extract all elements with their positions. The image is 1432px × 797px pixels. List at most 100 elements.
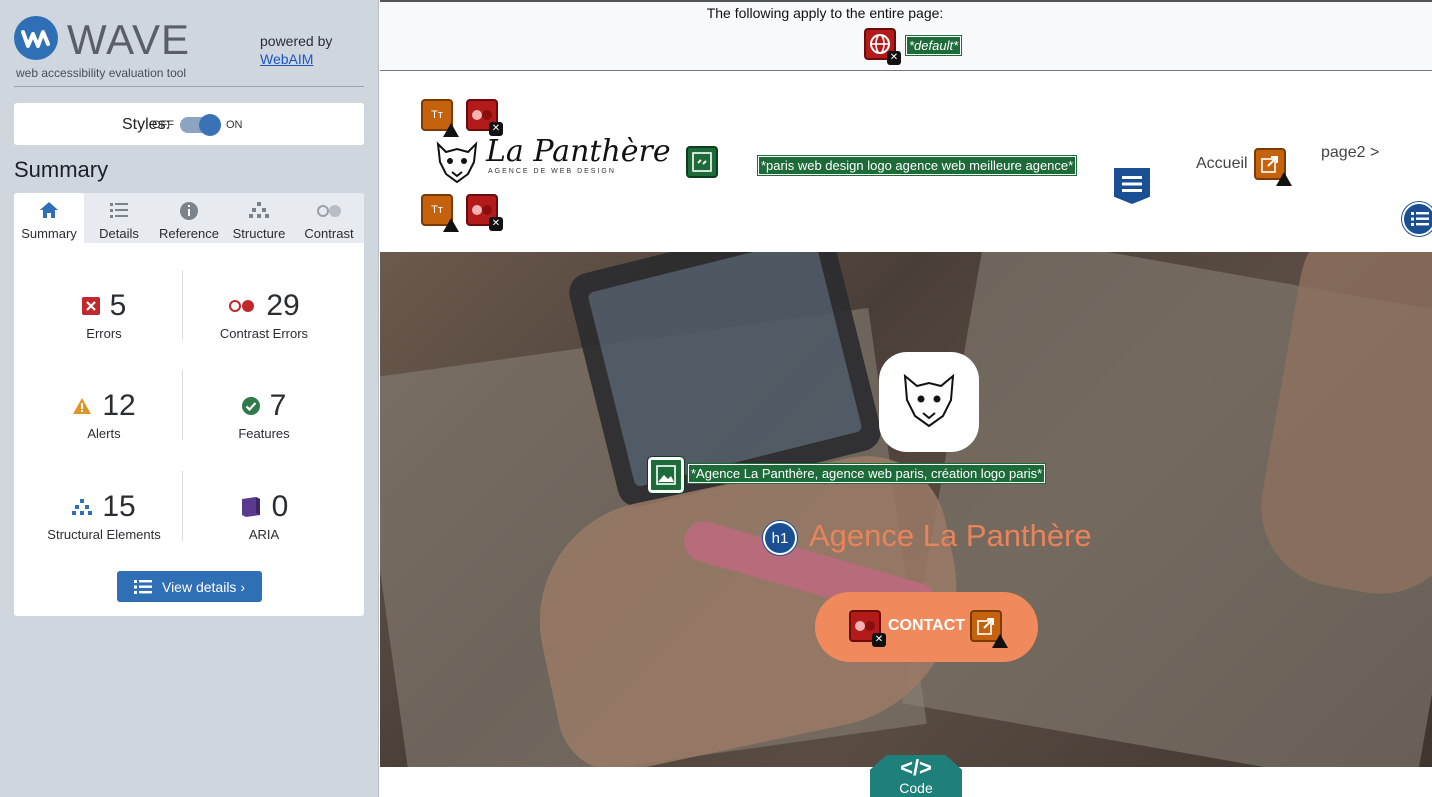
hero-logo-image [879, 352, 979, 452]
nav-link-page2[interactable]: page2 > [1321, 144, 1379, 162]
wave-logo-subtitle: web accessibility evaluation tool [16, 66, 187, 80]
home-icon [14, 201, 84, 223]
linked-image-feature-icon[interactable] [686, 146, 718, 178]
powered-by-label: powered by [260, 33, 333, 49]
list-icon [84, 201, 154, 223]
contrast-error-icon[interactable]: ✕ [466, 99, 503, 136]
features-label: Features [238, 426, 290, 441]
contrast-errors-stat[interactable]: 29 Contrast Errors [184, 288, 344, 341]
alerts-label: Alerts [87, 426, 121, 441]
alerts-stat[interactable]: 12 Alerts [24, 388, 184, 441]
contrast-errors-label: Contrast Errors [219, 326, 309, 341]
tab-reference[interactable]: Reference [154, 193, 224, 243]
wave-sidebar: WAVE web accessibility evaluation tool p… [0, 0, 379, 797]
tab-label: Contrast [304, 226, 354, 241]
error-badge-icon: ✕ [887, 51, 901, 65]
code-label: Code [899, 780, 933, 796]
features-count: 7 [269, 389, 287, 422]
info-icon [154, 201, 224, 223]
tab-label: Details [99, 226, 139, 241]
text-size-alert-icon[interactable]: Tт [421, 194, 459, 232]
styles-off-label: OFF [152, 119, 174, 131]
redundant-link-alert-icon[interactable] [1254, 148, 1292, 186]
alert-badge-icon [992, 634, 1008, 648]
alerts-count: 12 [102, 389, 136, 422]
page-level-banner: The following apply to the entire page: … [380, 0, 1432, 71]
view-details-label: View details › [161, 578, 245, 595]
alert-badge-icon [443, 218, 459, 232]
tab-label: Structure [232, 226, 286, 241]
webaim-link[interactable]: WebAIM [260, 50, 332, 68]
contrast-icon [294, 201, 364, 223]
contrast-errors-count: 29 [266, 289, 300, 322]
list-structure-icon[interactable] [1402, 202, 1432, 236]
hero-alt-text-tag: *Agence La Panthère, agence web paris, c… [686, 463, 1047, 484]
tab-structure[interactable]: Structure [224, 193, 294, 243]
page-preview: The following apply to the entire page: … [380, 0, 1432, 797]
list-icon [1411, 212, 1429, 226]
feature-check-icon [241, 397, 260, 415]
contrast-glyph-icon [472, 205, 492, 215]
heading-h1-icon[interactable]: h1 [763, 521, 797, 555]
site-header: Tт ✕ La Panthère AGENCE DE WEB DESIGN Tт… [380, 72, 1432, 252]
list-icon [133, 579, 152, 594]
language-tag: *default* [904, 35, 963, 56]
site-logo-subtitle: AGENCE DE WEB DESIGN [488, 168, 616, 175]
contact-button[interactable]: ✕ CONTACT [815, 592, 1038, 662]
contrast-error-icon [229, 300, 255, 312]
contrast-glyph-icon [855, 621, 875, 631]
site-logo-text: La Panthère [486, 134, 671, 169]
structural-stat[interactable]: 15 Structural Elements [24, 489, 184, 542]
text-size-alert-icon[interactable]: Tт [421, 99, 459, 137]
contrast-error-icon[interactable]: ✕ [849, 610, 886, 647]
alert-badge-icon [1276, 172, 1292, 186]
panther-logo-image [903, 373, 955, 428]
summary-heading: Summary [14, 157, 109, 182]
divider [14, 86, 364, 87]
contact-button-label: CONTACT [888, 617, 966, 634]
tab-contrast[interactable]: Contrast [294, 193, 364, 243]
structure-icon [72, 499, 93, 515]
tab-bar: Summary Details Reference Structure Cont… [14, 193, 364, 243]
link-image-icon [692, 152, 712, 172]
aria-icon [241, 497, 260, 517]
alert-icon [73, 398, 92, 414]
logo-alt-text-tag: *paris web design logo agence web meille… [756, 155, 1078, 176]
errors-stat[interactable]: 5 Errors [24, 288, 184, 341]
hero-section: *Agence La Panthère, agence web paris, c… [380, 252, 1432, 767]
aria-count: 0 [271, 490, 289, 523]
summary-panel: Summary Details Reference Structure Cont… [14, 193, 364, 616]
image-alt-feature-icon[interactable] [647, 456, 685, 494]
menu-lines-icon [1122, 176, 1142, 192]
contrast-error-icon[interactable]: ✕ [466, 194, 503, 231]
error-badge-icon: ✕ [872, 633, 886, 647]
structural-label: Structural Elements [47, 527, 161, 542]
tab-details[interactable]: Details [84, 193, 154, 243]
hero-title: Agence La Panthère [809, 518, 1092, 553]
styles-toggle-knob[interactable] [199, 114, 221, 136]
error-icon [81, 297, 100, 315]
external-link-icon [977, 618, 994, 635]
contrast-glyph-icon [472, 110, 492, 120]
image-icon [656, 465, 676, 485]
nav-link-accueil[interactable]: Accueil [1196, 155, 1248, 173]
tab-summary[interactable]: Summary [14, 193, 84, 243]
phone-screen [587, 252, 863, 488]
code-panel-toggle[interactable]: </> Code [870, 755, 962, 797]
alert-badge-icon [443, 123, 459, 137]
redundant-link-alert-icon[interactable] [970, 610, 1008, 648]
view-details-button[interactable]: View details › [117, 571, 262, 602]
aria-stat[interactable]: 0 ARIA [184, 489, 344, 542]
errors-label: Errors [86, 326, 122, 341]
features-stat[interactable]: 7 Features [184, 388, 344, 441]
structure-icon [224, 201, 294, 223]
styles-toggle[interactable] [180, 114, 221, 136]
tab-label: Reference [159, 226, 219, 241]
wave-logo-word: WAVE [67, 16, 191, 63]
external-link-icon [1261, 156, 1278, 173]
language-error-icon[interactable]: ✕ [864, 28, 901, 65]
panther-logo-image [436, 141, 478, 184]
aria-landmark-icon[interactable] [1114, 168, 1150, 204]
structural-count: 15 [102, 490, 136, 523]
styles-on-label: ON [226, 119, 243, 131]
